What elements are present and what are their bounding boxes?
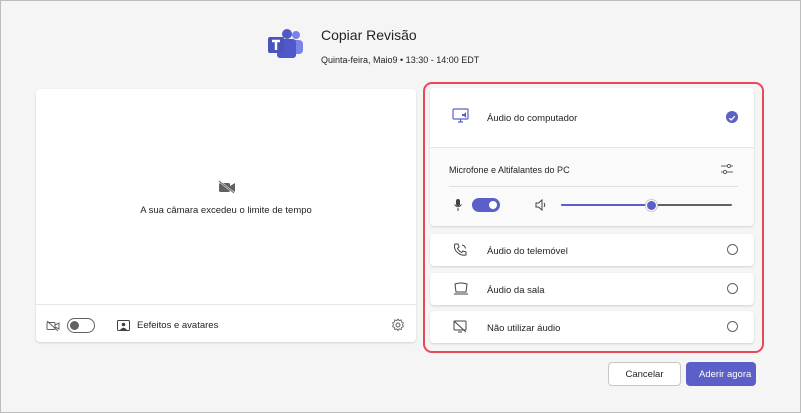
room-audio-option[interactable]: Áudio da sala — [430, 273, 754, 305]
microphone-toggle[interactable] — [472, 198, 500, 212]
gear-icon[interactable] — [391, 318, 405, 332]
camera-off-icon — [218, 180, 235, 194]
speaker-icon — [535, 198, 546, 212]
microphone-icon — [454, 199, 462, 211]
computer-audio-icon — [452, 108, 469, 123]
meeting-title: Copiar Revisão — [321, 27, 417, 43]
toggle-knob — [489, 201, 497, 209]
divider — [430, 147, 754, 148]
room-audio-radio[interactable] — [727, 283, 738, 294]
effects-button[interactable]: Eefeitos e avatares — [137, 320, 218, 331]
no-audio-option[interactable]: Não utilizar áudio — [430, 311, 754, 343]
computer-audio-option[interactable]: Áudio do computador Microfone e Altifala… — [430, 88, 754, 226]
divider — [36, 304, 416, 305]
divider — [449, 186, 738, 187]
room-audio-icon — [454, 282, 468, 295]
room-audio-label: Áudio da sala — [487, 285, 545, 296]
teams-logo-icon — [268, 29, 303, 58]
no-audio-icon — [453, 320, 467, 333]
volume-slider-thumb[interactable] — [646, 200, 657, 211]
cancel-button[interactable]: Cancelar — [608, 362, 681, 386]
camera-toggle[interactable] — [67, 318, 95, 333]
computer-audio-label: Áudio do computador — [487, 113, 578, 124]
device-settings-icon[interactable] — [720, 162, 734, 176]
no-audio-label: Não utilizar áudio — [487, 323, 561, 334]
toggle-knob — [70, 321, 79, 330]
phone-audio-label: Áudio do telemóvel — [487, 246, 568, 257]
no-audio-radio[interactable] — [727, 321, 738, 332]
phone-audio-radio[interactable] — [727, 244, 738, 255]
meeting-subtitle: Quinta-feira, Maio9 • 13:30 - 14:00 EDT — [321, 55, 480, 65]
device-settings-panel — [430, 148, 754, 226]
phone-audio-option[interactable]: Áudio do telemóvel — [430, 234, 754, 266]
join-now-button[interactable]: Aderir agora — [686, 362, 756, 386]
selected-check — [726, 111, 738, 123]
checkmark-icon — [728, 115, 736, 121]
effects-icon — [117, 320, 130, 331]
camera-off-small-icon — [46, 320, 60, 332]
phone-audio-icon — [453, 243, 467, 256]
video-preview: A sua câmara excedeu o limite de tempo E… — [36, 89, 416, 342]
camera-message: A sua câmara excedeu o limite de tempo — [140, 205, 312, 216]
volume-fill — [561, 204, 652, 206]
device-settings-label: Microfone e Altifalantes do PC — [449, 165, 570, 175]
